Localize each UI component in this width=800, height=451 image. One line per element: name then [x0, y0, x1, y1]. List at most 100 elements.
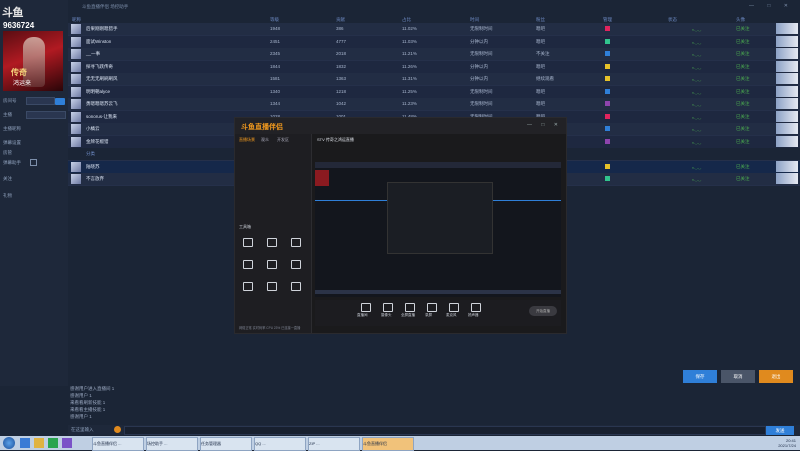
follow-status: 已关注 — [736, 113, 750, 119]
taskbar-item-5[interactable]: ZIP ... — [308, 437, 360, 451]
taskbar-item-4[interactable]: QQ ... — [254, 437, 306, 451]
table-row[interactable]: 面试Winston 2451 4777 11.03% 分钟以内 嗯吧 ◐◡◡ 已关注 — [68, 35, 800, 49]
exit-button[interactable]: 退出 — [759, 370, 793, 383]
row-thumbnail — [776, 48, 798, 59]
tool-icon-8[interactable] — [267, 282, 277, 291]
user-avatar — [71, 174, 81, 184]
row-cell: 1344 — [270, 101, 281, 106]
row-cell: 2018 — [336, 51, 347, 56]
taskbar-item-3[interactable]: 任务管理器 — [200, 437, 252, 451]
row-thumbnail — [776, 85, 798, 97]
table-row[interactable]: 无无无刷刷刷风 1581 1363 11.31% 分钟以内 继续观看 ◐◡◡ 已关注 — [68, 73, 800, 86]
color-tag — [605, 113, 610, 119]
color-tag — [605, 176, 610, 181]
record-icon[interactable] — [427, 303, 437, 312]
tool-icon-9[interactable] — [291, 282, 301, 291]
overlay-tab-audience[interactable]: 观众 — [261, 137, 269, 143]
table-row[interactable]: 探寻飞跃传奇 1844 1832 11.26% 分钟以内 嗯吧 ◐◡◡ 已关注 — [68, 60, 800, 74]
room-search-button[interactable] — [55, 98, 65, 105]
user-avatar — [71, 74, 81, 84]
row-thumbnail — [776, 173, 798, 184]
level-icon: ◐◡◡ — [692, 27, 702, 32]
taskbar-item-1[interactable]: 斗鱼直播伴侣 ... — [92, 437, 144, 451]
table-row[interactable]: 勇嗯嗯嗯苏云飞 1344 1042 11.23% 无限制时间 嗯吧 ◐◡◡ 已关注 — [68, 98, 800, 111]
start-menu-icon[interactable] — [3, 437, 15, 449]
save-button[interactable]: 保存 — [683, 370, 717, 383]
row-cell: 嗯吧 — [536, 38, 545, 44]
row-thumbnail — [776, 23, 798, 34]
tool-icon-4[interactable] — [243, 260, 253, 269]
room-id: 9636724 — [3, 21, 35, 30]
tool-icon-6[interactable] — [291, 260, 301, 269]
tool-icon-2[interactable] — [267, 238, 277, 247]
level-icon: ◐◡◡ — [692, 39, 702, 45]
log-line: 感谢用户 1 — [70, 414, 92, 419]
livestream-room-icon[interactable] — [361, 303, 371, 312]
row-name: 分类 — [86, 151, 95, 156]
media-icon[interactable] — [48, 438, 58, 448]
table-row[interactable]: 明明朝alyce 1340 1218 11.25% 无限制时间 嗯吧 ◐◡◡ 已关注 — [68, 85, 800, 99]
table-row[interactable]: __一事 2345 2018 11.21% 无限制时间 不关注 ◐◡◡ 已关注 — [68, 48, 800, 61]
row-cell: 4777 — [336, 38, 347, 44]
exit-label: 退出 — [771, 374, 781, 379]
start-live-button[interactable]: 开始直播 — [529, 306, 557, 316]
row-cell: 11.03% — [402, 38, 417, 44]
overlay-tab-scene[interactable]: 直播场景 — [239, 137, 255, 143]
level-icon: ◐◡◡ — [692, 139, 702, 145]
tool-label-fullscreen: 全屏直播 — [401, 313, 415, 317]
cancel-button[interactable]: 取消 — [721, 370, 755, 383]
window-controls[interactable]: — □ ✕ — [749, 3, 794, 9]
color-tag — [605, 88, 610, 94]
assist-checkbox[interactable] — [30, 159, 37, 166]
row-cell: 1832 — [336, 63, 347, 69]
overlay-titlebar: 斗鱼直播伴侣 — □ ✕ — [235, 118, 566, 134]
row-name: 不言放弃 — [86, 176, 104, 181]
message-input[interactable] — [124, 426, 766, 435]
taskbar-item-6[interactable]: 斗鱼直播伴侣 — [362, 437, 414, 451]
left-label-room: 房间号 — [3, 98, 17, 103]
streaming-app-window[interactable]: 斗鱼直播伴侣 — □ ✕ 直播场景 观众 开发区 工具箱 STV 传奇之鸿运直播… — [234, 117, 567, 334]
row-thumbnail — [776, 35, 798, 47]
app-title: 斗鱼直播伴侣 场控助手 — [82, 4, 129, 9]
ie-icon[interactable] — [20, 438, 30, 448]
emoji-icon[interactable] — [114, 426, 121, 433]
level-icon: ◐◡◡ — [692, 114, 702, 120]
room-search-input[interactable] — [26, 97, 55, 105]
tool-label-speaker: 扬声器 — [468, 313, 479, 317]
row-thumbnail — [776, 135, 798, 147]
follow-status: 已关注 — [736, 101, 750, 106]
tool-icon-5[interactable] — [267, 260, 277, 269]
send-button[interactable]: 发送 — [766, 426, 794, 435]
follow-status: 已关注 — [736, 88, 750, 94]
left-label-anchor: 主播 — [3, 112, 12, 117]
app-icon[interactable] — [62, 438, 72, 448]
tool-icon-3[interactable] — [291, 238, 301, 247]
folder-icon[interactable] — [34, 438, 44, 448]
left-label-nick: 主播昵称 — [3, 126, 21, 131]
fullscreen-icon[interactable] — [405, 303, 415, 312]
level-icon: ◐◡◡ — [692, 177, 702, 182]
speaker-icon[interactable] — [471, 303, 481, 312]
table-row[interactable]: 后果刚刚嗯猎手 1948 386 11.02% 无限制时间 嗯吧 ◐◡◡ 已关注 — [68, 23, 800, 36]
row-cell: 分钟以内 — [470, 63, 488, 69]
overlay-window-controls[interactable]: — □ ✕ — [527, 122, 562, 128]
camera-icon[interactable] — [383, 303, 393, 312]
clock-date: 2021/7/24 — [778, 443, 796, 448]
row-cell: 1844 — [270, 63, 281, 69]
anchor-field[interactable] — [26, 111, 66, 119]
row-cell: 1340 — [270, 88, 281, 94]
left-label-admin: 房管 — [3, 150, 12, 155]
row-thumbnail — [776, 110, 798, 122]
tool-icon-1[interactable] — [243, 238, 253, 247]
taskbar-clock: 20:41 2021/7/24 — [778, 438, 796, 448]
tool-label-record: 录屏 — [425, 313, 432, 317]
taskbar-item-2[interactable]: 场控助手 ... — [146, 437, 198, 451]
microphone-icon[interactable] — [449, 303, 459, 312]
row-cell: 386 — [336, 26, 344, 31]
color-tag — [605, 51, 610, 56]
row-cell: 继续观看 — [536, 76, 554, 81]
color-tag — [605, 126, 610, 131]
tool-icon-7[interactable] — [243, 282, 253, 291]
overlay-nested-window — [387, 182, 493, 254]
overlay-tab-dev[interactable]: 开发区 — [277, 137, 289, 143]
